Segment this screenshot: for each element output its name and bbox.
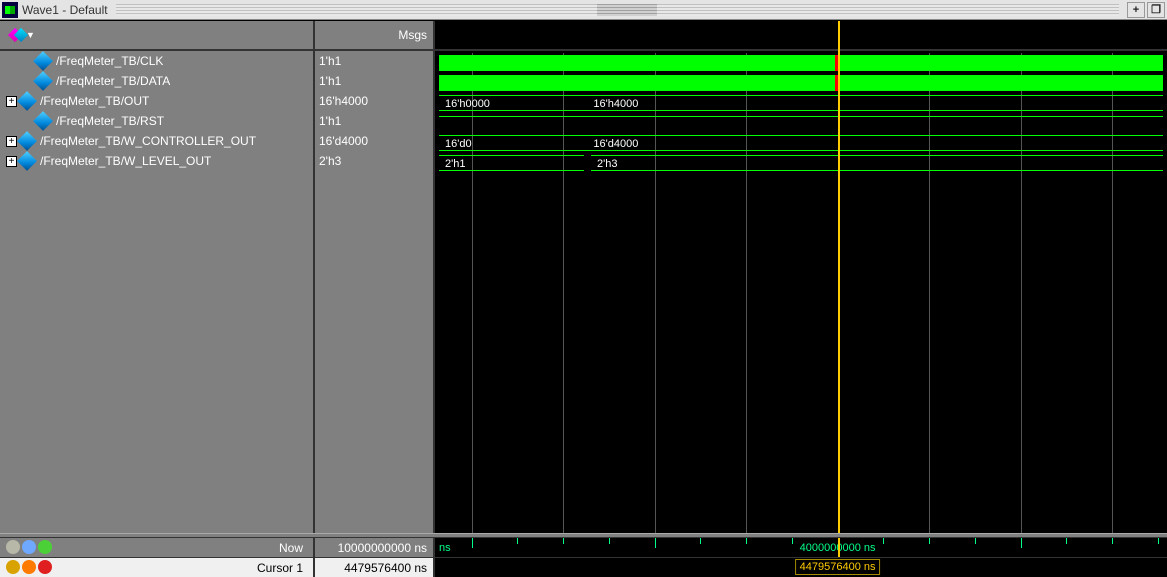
- msgs-value[interactable]: 16'h4000: [315, 91, 433, 111]
- titlebar-maximize-button[interactable]: ❐: [1147, 2, 1165, 18]
- cursor-value-cell: 4479576400 ns: [315, 557, 435, 577]
- bus-value-label: 2'h3: [597, 156, 617, 172]
- msgs-panel: Msgs 1'h1 1'h1 16'h4000 1'h1 16'd4000 2'…: [315, 21, 435, 533]
- bus-value-label: 16'h0000: [445, 96, 490, 112]
- bus-value-label: 16'h4000: [593, 96, 638, 112]
- signal-names-header[interactable]: ▼: [0, 21, 313, 51]
- msgs-value[interactable]: 1'h1: [315, 51, 433, 71]
- signal-diamond-icon: [33, 51, 53, 71]
- waveform-panel[interactable]: 16'h0000 16'h4000 16'd0 16'd4000 2'h1: [435, 21, 1167, 533]
- now-value: 10000000000 ns: [338, 541, 427, 555]
- tool-icon[interactable]: [38, 560, 52, 574]
- wave-row-rst[interactable]: [439, 113, 1163, 133]
- wave-row-wlevel[interactable]: 2'h1 2'h3: [439, 153, 1163, 173]
- msgs-header: Msgs: [315, 21, 433, 51]
- signal-row-rst[interactable]: /FreqMeter_TB/RST: [0, 111, 313, 131]
- signal-names-panel: ▼ /FreqMeter_TB/CLK /FreqMeter_TB/DATA +: [0, 21, 315, 533]
- cursor-readout[interactable]: 4479576400 ns: [795, 559, 881, 575]
- tool-icon[interactable]: [6, 560, 20, 574]
- signal-diamond-icon: [33, 71, 53, 91]
- msgs-header-label: Msgs: [398, 28, 427, 42]
- cursor-row-label-cell: Cursor 1: [0, 557, 315, 577]
- signal-diamond-icon: [17, 131, 37, 151]
- expand-icon[interactable]: +: [6, 156, 17, 167]
- bus-value-label: 16'd0: [445, 136, 472, 152]
- palette-icon[interactable]: [6, 26, 24, 44]
- cursor-line[interactable]: [838, 21, 840, 533]
- signal-diamond-icon: [17, 91, 37, 111]
- expand-icon[interactable]: +: [6, 136, 17, 147]
- cursor-label: Cursor 1: [257, 561, 303, 575]
- cursor-row-tools: [6, 560, 52, 574]
- titlebar-decoration: [116, 4, 1119, 16]
- tool-icon[interactable]: [38, 540, 52, 554]
- tool-icon[interactable]: [22, 560, 36, 574]
- cursor-axis-area[interactable]: 4479576400 ns: [435, 557, 1167, 577]
- bus-value-label: 16'd4000: [593, 136, 638, 152]
- window-titlebar: Wave1 - Default + ❐: [0, 0, 1167, 20]
- wave-row-data[interactable]: [439, 73, 1163, 93]
- titlebar-plus-button[interactable]: +: [1127, 2, 1145, 18]
- wave-app-icon: [2, 2, 18, 18]
- signal-row-wcontroller[interactable]: + /FreqMeter_TB/W_CONTROLLER_OUT: [0, 131, 313, 151]
- signal-row-data[interactable]: /FreqMeter_TB/DATA: [0, 71, 313, 91]
- now-value-cell: 10000000000 ns: [315, 537, 435, 557]
- wave-row-clk[interactable]: [439, 53, 1163, 73]
- time-axis-area[interactable]: ns 4000000000 ns8000000000 ns: [435, 537, 1167, 557]
- msgs-value[interactable]: 16'd4000: [315, 131, 433, 151]
- signal-diamond-icon: [33, 111, 53, 131]
- wave-row-out[interactable]: 16'h0000 16'h4000: [439, 93, 1163, 113]
- bus-value-label: 2'h1: [445, 156, 465, 172]
- now-label: Now: [279, 541, 303, 555]
- msgs-value[interactable]: 1'h1: [315, 111, 433, 131]
- signal-row-clk[interactable]: /FreqMeter_TB/CLK: [0, 51, 313, 71]
- tool-icon[interactable]: [22, 540, 36, 554]
- msgs-value[interactable]: 1'h1: [315, 71, 433, 91]
- wave-row-wcontroller[interactable]: 16'd0 16'd4000: [439, 133, 1163, 153]
- window-title: Wave1 - Default: [22, 3, 108, 17]
- signal-row-wlevel[interactable]: + /FreqMeter_TB/W_LEVEL_OUT: [0, 151, 313, 171]
- signal-row-out[interactable]: + /FreqMeter_TB/OUT: [0, 91, 313, 111]
- msgs-value[interactable]: 2'h3: [315, 151, 433, 171]
- cursor-line[interactable]: [838, 538, 840, 558]
- cursor-value: 4479576400 ns: [344, 561, 427, 575]
- signal-diamond-icon: [17, 151, 37, 171]
- expand-icon[interactable]: +: [6, 96, 17, 107]
- now-row-tools: [6, 540, 52, 554]
- tool-icon[interactable]: [6, 540, 20, 554]
- now-row-label-cell: Now: [0, 537, 315, 557]
